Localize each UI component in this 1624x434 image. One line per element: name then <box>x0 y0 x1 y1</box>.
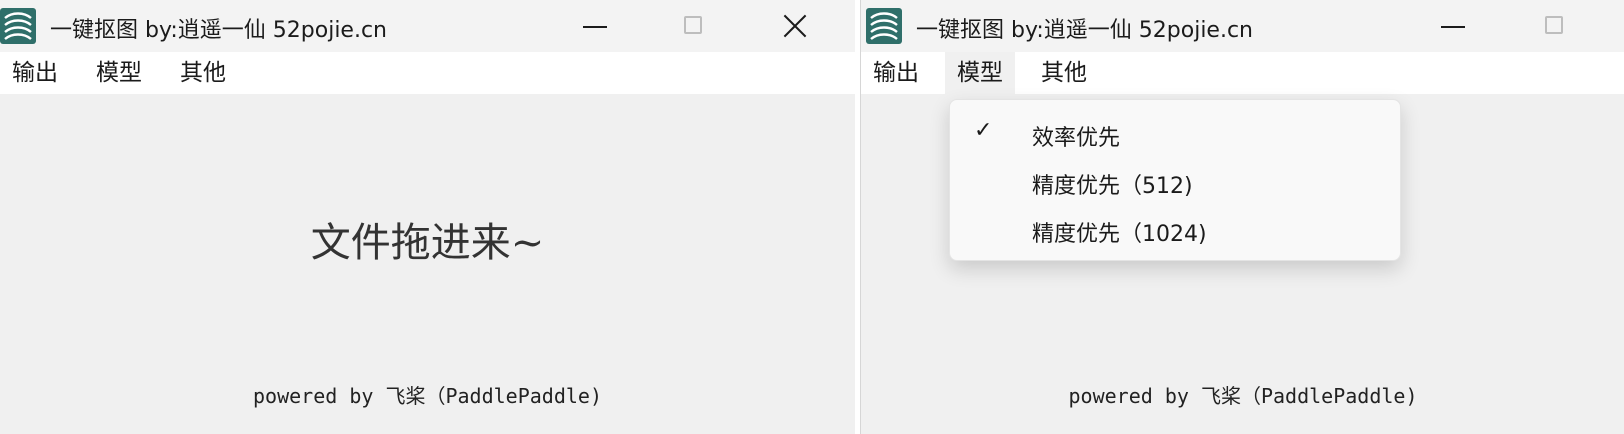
model-option-precision-1024[interactable]: 精度优先（1024) <box>950 204 1400 252</box>
close-icon[interactable] <box>764 0 824 52</box>
main-window-left: 一键抠图 by:逍遥一仙 52pojie.cn 输出 模型 其他 文件拖进来~ … <box>0 0 855 434</box>
menu-other[interactable]: 其他 <box>1029 52 1099 94</box>
app-icon <box>0 8 36 44</box>
maximize-icon[interactable] <box>1525 0 1585 52</box>
check-icon: ✓ <box>974 118 993 143</box>
menu-model[interactable]: 模型 <box>945 52 1015 94</box>
menu-output[interactable]: 输出 <box>0 52 70 94</box>
title-bar[interactable]: 一键抠图 by:逍遥一仙 52pojie.cn <box>861 0 1624 52</box>
model-dropdown: ✓ 效率优先 精度优先（512) 精度优先（1024) <box>949 99 1401 261</box>
model-option-label: 精度优先（512) <box>1032 174 1193 199</box>
drop-zone-label: 文件拖进来~ <box>310 220 545 266</box>
window-title: 一键抠图 by:逍遥一仙 52pojie.cn <box>916 18 1253 43</box>
model-option-label: 精度优先（1024) <box>1032 222 1207 247</box>
model-option-efficiency[interactable]: ✓ 效率优先 <box>950 108 1400 156</box>
minimize-icon[interactable] <box>565 0 625 52</box>
model-option-precision-512[interactable]: 精度优先（512) <box>950 156 1400 204</box>
maximize-icon[interactable] <box>664 0 724 52</box>
menu-other[interactable]: 其他 <box>168 52 238 94</box>
window-title: 一键抠图 by:逍遥一仙 52pojie.cn <box>50 18 387 43</box>
menu-output[interactable]: 输出 <box>861 52 931 94</box>
menu-bar: 输出 模型 其他 <box>0 52 855 94</box>
menu-bar: 输出 模型 其他 <box>861 52 1624 94</box>
main-window-right: 一键抠图 by:逍遥一仙 52pojie.cn 输出 模型 其他 powered… <box>860 0 1624 434</box>
model-option-label: 效率优先 <box>1032 126 1121 151</box>
menu-model[interactable]: 模型 <box>84 52 154 94</box>
app-icon <box>866 8 902 44</box>
minimize-icon[interactable] <box>1423 0 1483 52</box>
powered-by-label: powered by 飞桨（PaddlePaddle) <box>253 384 602 408</box>
powered-by-label: powered by 飞桨（PaddlePaddle) <box>1068 384 1418 408</box>
title-bar[interactable]: 一键抠图 by:逍遥一仙 52pojie.cn <box>0 0 855 52</box>
